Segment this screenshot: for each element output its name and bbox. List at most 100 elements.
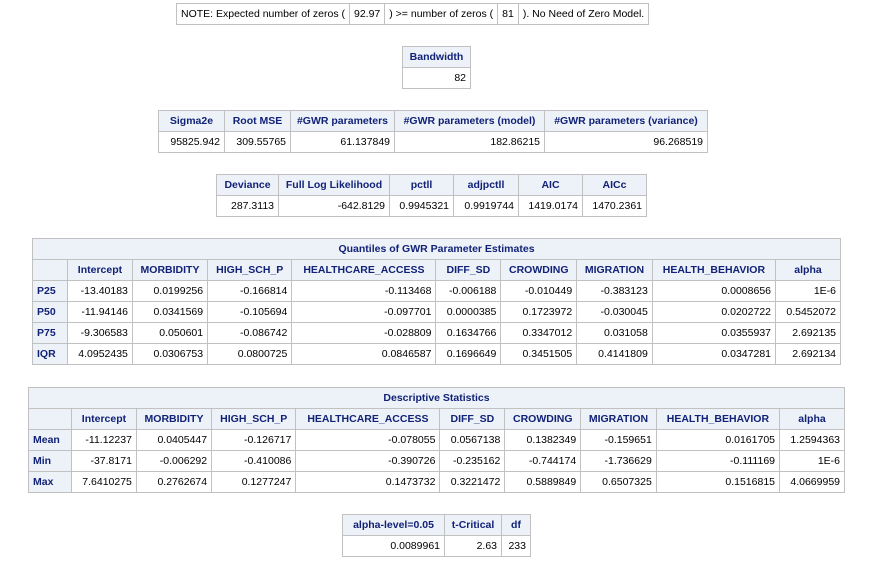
table-cell: -0.159651: [580, 429, 657, 451]
table-cell: 0.1382349: [504, 429, 582, 451]
likelihood-value: 0.9919744: [453, 195, 519, 217]
fit-value: 182.86215: [394, 131, 545, 153]
table-cell: -0.113468: [291, 280, 437, 302]
table-row: Min -37.8171 -0.006292 -0.410086 -0.3907…: [28, 450, 845, 472]
table-cell: 0.0202722: [651, 301, 777, 323]
likelihood-header: AICc: [582, 174, 647, 196]
table-cell: -1.736629: [580, 450, 657, 472]
table-cell: 0.1723972: [500, 301, 578, 323]
table-cell: -11.94146: [67, 301, 133, 323]
table-cell: 0.0405447: [135, 429, 213, 451]
fit-header: Sigma2e: [158, 110, 225, 132]
descriptive-col-header: HEALTH_BEHAVIOR: [655, 408, 781, 430]
table-cell: -0.166814: [207, 280, 293, 302]
table-row: IQR 4.0952435 0.0306753 0.0800725 0.0846…: [32, 343, 841, 365]
table-cell: -0.744174: [504, 450, 582, 472]
table-cell: 4.0669959: [779, 471, 845, 493]
table-row: P50 -11.94146 0.0341569 -0.105694 -0.097…: [32, 301, 841, 323]
note-text-2: ) >= number of zeros (: [384, 3, 499, 25]
table-cell: -0.097701: [291, 301, 437, 323]
table-cell: 0.0846587: [291, 343, 437, 365]
table-cell: 0.1634766: [435, 322, 502, 344]
table-cell: 0.0355937: [651, 322, 777, 344]
table-cell: 0.0008656: [651, 280, 777, 302]
table-cell: 0.0161705: [655, 429, 781, 451]
descriptive-statistics-table: Descriptive Statistics Intercept MORBIDI…: [28, 387, 845, 493]
quantiles-corner: [32, 259, 68, 281]
table-row: Max 7.6410275 0.2762674 0.1277247 0.1473…: [28, 471, 845, 493]
table-cell: -0.010449: [500, 280, 578, 302]
descriptive-col-header: MIGRATION: [580, 408, 657, 430]
table-cell: 2.692135: [775, 322, 841, 344]
row-header: P50: [32, 301, 68, 323]
likelihood-value: 0.9945321: [389, 195, 454, 217]
table-row: Mean -11.12237 0.0405447 -0.126717 -0.07…: [28, 429, 845, 451]
likelihood-value: 1419.0174: [518, 195, 583, 217]
critical-value: 2.63: [444, 535, 502, 557]
quantiles-col-header: HIGH_SCH_P: [207, 259, 293, 281]
table-cell: -0.006292: [135, 450, 213, 472]
descriptive-col-header: alpha: [779, 408, 845, 430]
table-cell: -37.8171: [71, 450, 137, 472]
table-cell: -0.235162: [439, 450, 506, 472]
table-cell: 0.5889849: [504, 471, 582, 493]
table-cell: -13.40183: [67, 280, 133, 302]
table-cell: -0.126717: [211, 429, 297, 451]
likelihood-header: Deviance: [216, 174, 279, 196]
table-row: P75 -9.306583 0.050601 -0.086742 -0.0288…: [32, 322, 841, 344]
descriptive-col-header: HEALTHCARE_ACCESS: [295, 408, 441, 430]
quantiles-col-header: HEALTHCARE_ACCESS: [291, 259, 437, 281]
fit-statistics-table: Sigma2e Root MSE #GWR parameters #GWR pa…: [158, 110, 708, 153]
row-header: P25: [32, 280, 68, 302]
table-cell: -0.111169: [655, 450, 781, 472]
fit-value: 309.55765: [224, 131, 291, 153]
fit-value: 61.137849: [290, 131, 395, 153]
descriptive-col-header: MORBIDITY: [135, 408, 213, 430]
table-cell: 0.0800725: [207, 343, 293, 365]
table-cell: 0.1277247: [211, 471, 297, 493]
quantiles-col-header: alpha: [775, 259, 841, 281]
fit-header: #GWR parameters: [290, 110, 395, 132]
table-cell: 0.1696649: [435, 343, 502, 365]
table-cell: 1.2594363: [779, 429, 845, 451]
descriptive-title: Descriptive Statistics: [28, 387, 845, 409]
quantiles-col-header: MIGRATION: [576, 259, 653, 281]
likelihood-table: Deviance Full Log Likelihood pctll adjpc…: [216, 174, 647, 217]
table-cell: 1E-6: [775, 280, 841, 302]
fit-header: #GWR parameters (variance): [544, 110, 708, 132]
critical-value: 0.0089961: [342, 535, 445, 557]
row-header: Max: [28, 471, 72, 493]
fit-header: #GWR parameters (model): [394, 110, 545, 132]
table-cell: 0.031058: [576, 322, 653, 344]
table-cell: 1E-6: [779, 450, 845, 472]
likelihood-header: pctll: [389, 174, 454, 196]
descriptive-col-header: Intercept: [71, 408, 137, 430]
critical-value: 233: [501, 535, 531, 557]
table-cell: 7.6410275: [71, 471, 137, 493]
row-header: Mean: [28, 429, 72, 451]
table-cell: 0.6507325: [580, 471, 657, 493]
fit-value: 95825.942: [158, 131, 225, 153]
table-cell: 0.3221472: [439, 471, 506, 493]
critical-header: t-Critical: [444, 514, 502, 536]
quantiles-col-header: Intercept: [67, 259, 133, 281]
quantiles-col-header: MORBIDITY: [131, 259, 209, 281]
quantiles-title: Quantiles of GWR Parameter Estimates: [32, 238, 841, 260]
likelihood-value: -642.8129: [278, 195, 390, 217]
zero-model-note: NOTE: Expected number of zeros ( 92.97 )…: [176, 3, 650, 25]
table-cell: 0.0000385: [435, 301, 502, 323]
table-cell: -0.078055: [295, 429, 441, 451]
table-cell: -0.030045: [576, 301, 653, 323]
critical-header: alpha-level=0.05: [342, 514, 445, 536]
bandwidth-table: Bandwidth 82: [402, 46, 471, 89]
table-cell: 0.0347281: [651, 343, 777, 365]
likelihood-header: adjpctll: [453, 174, 519, 196]
table-row: P25 -13.40183 0.0199256 -0.166814 -0.113…: [32, 280, 841, 302]
table-cell: 0.050601: [131, 322, 209, 344]
table-cell: -0.006188: [435, 280, 502, 302]
likelihood-header: Full Log Likelihood: [278, 174, 390, 196]
quantiles-col-header: DIFF_SD: [435, 259, 502, 281]
note-expected-zeros: 92.97: [348, 3, 386, 25]
quantiles-table: Quantiles of GWR Parameter Estimates Int…: [32, 238, 841, 365]
descriptive-col-header: CROWDING: [504, 408, 582, 430]
